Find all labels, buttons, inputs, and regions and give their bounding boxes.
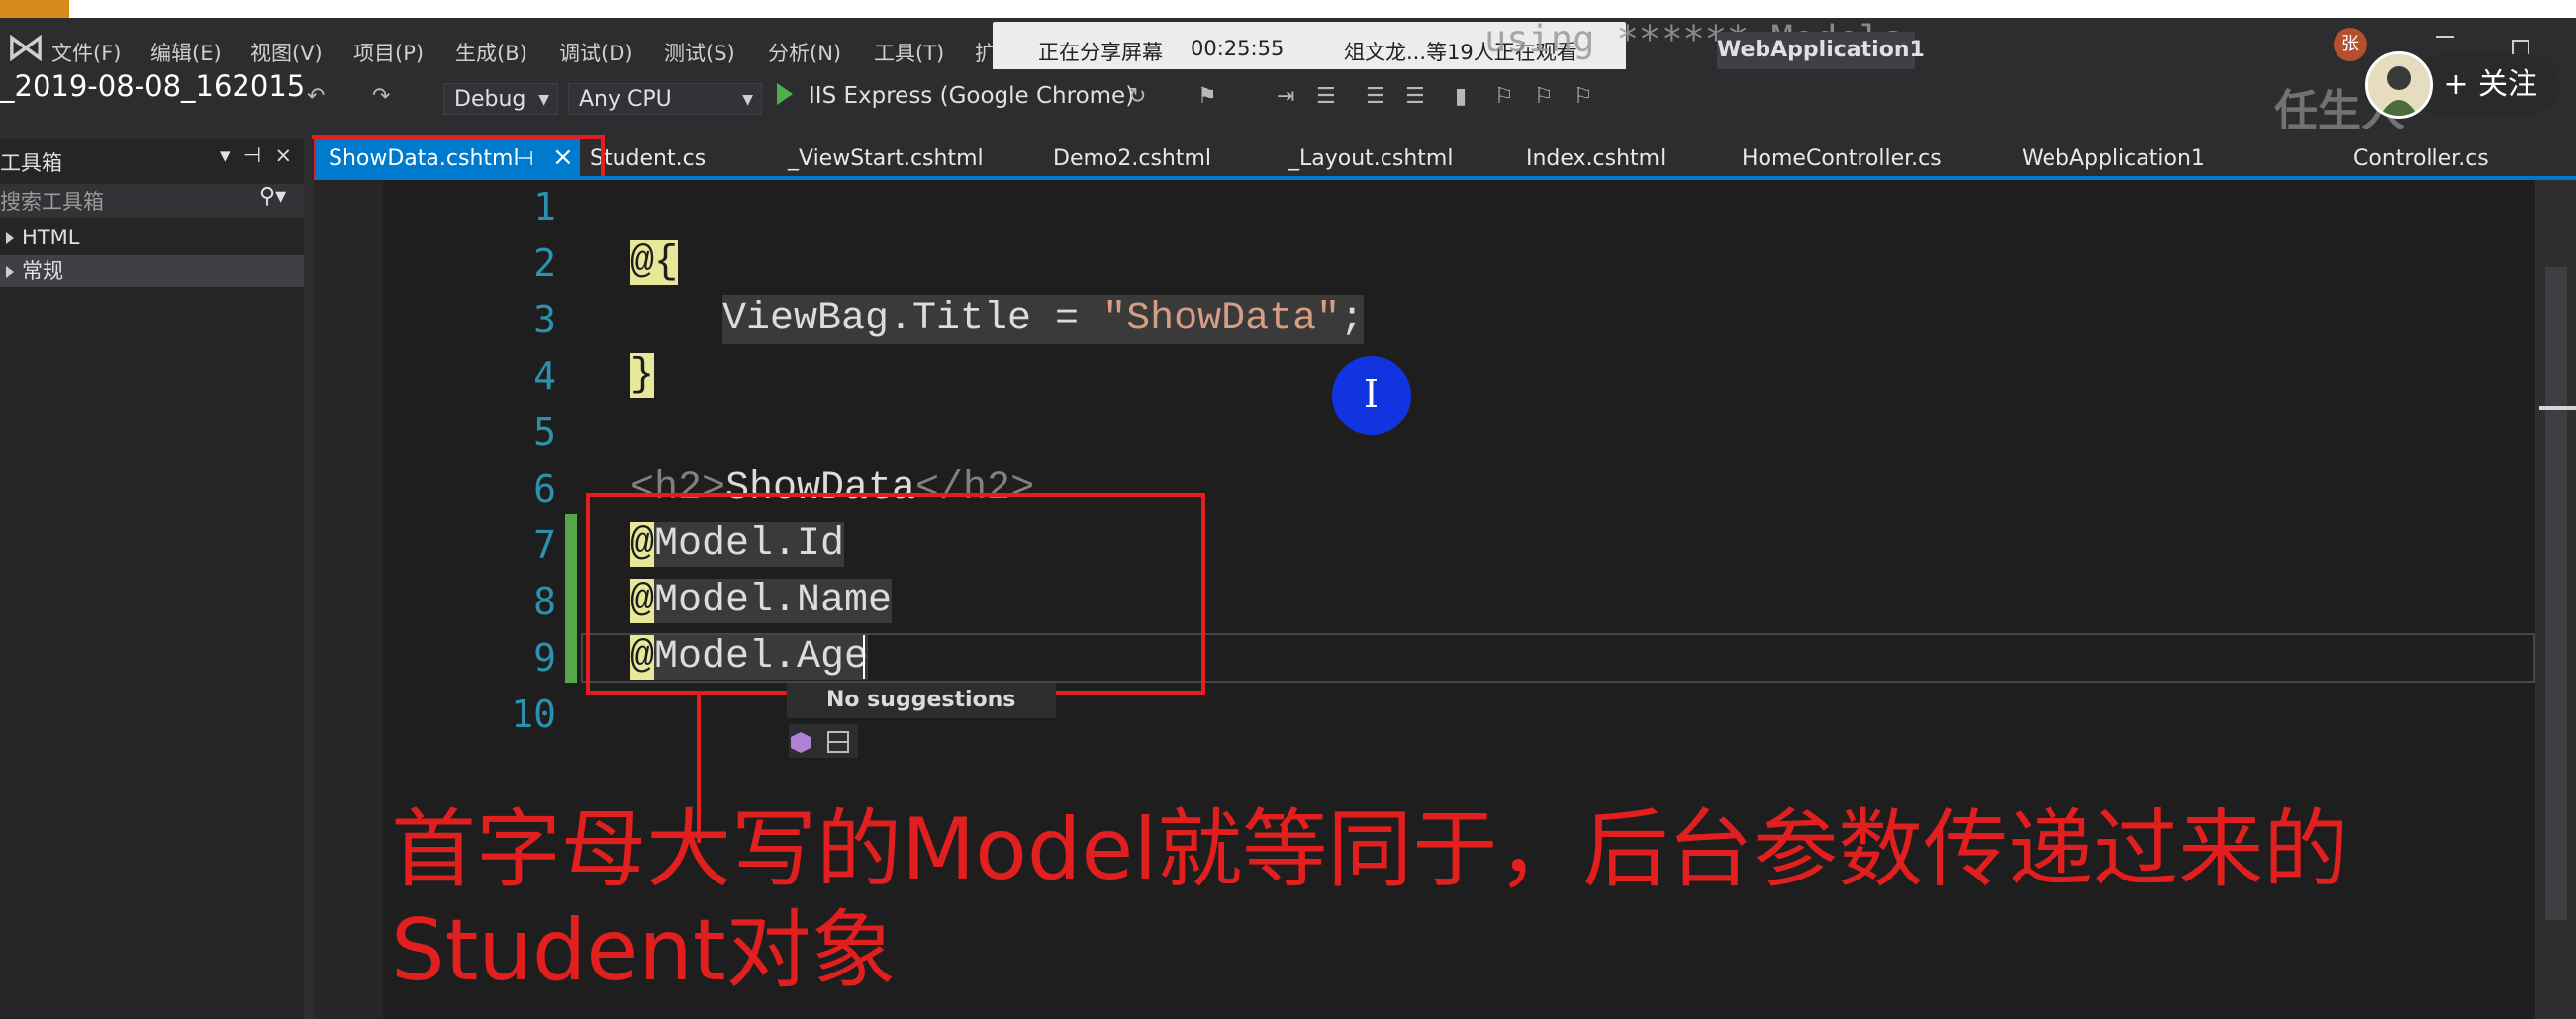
prev-bookmark-icon[interactable]: ⚐ — [1494, 86, 1516, 108]
code-line-3: ViewBag.Title = "ShowData"; — [722, 295, 1365, 344]
code-viewbag: ViewBag.Title = — [722, 297, 1103, 341]
menu-edit[interactable]: 编辑(E) — [150, 38, 222, 67]
platform-value: Any CPU — [579, 87, 672, 112]
tab-viewstart[interactable]: _ViewStart.cshtml — [788, 146, 984, 171]
run-icon[interactable] — [777, 83, 793, 105]
platform-dropdown[interactable]: Any CPU ▼ — [568, 83, 762, 115]
bookmark-icon[interactable]: ▮ — [1455, 86, 1477, 108]
menu-debug[interactable]: 调试(D) — [559, 38, 633, 67]
toolbox-group-label: HTML — [22, 226, 80, 249]
toolbox-group-label: 常规 — [22, 259, 63, 283]
expand-arrow-icon — [6, 266, 14, 278]
config-dropdown[interactable]: Debug ▼ — [443, 83, 558, 115]
config-value: Debug — [454, 87, 526, 112]
streamer-avatar[interactable] — [2365, 51, 2433, 119]
tab-index[interactable]: Index.cshtml — [1526, 146, 1666, 171]
editor-margin — [314, 180, 383, 1019]
razor-brace: { — [654, 240, 679, 285]
menu-tools[interactable]: 工具(T) — [874, 38, 944, 67]
code-string: "ShowData" — [1102, 297, 1341, 341]
toolbox-title: 工具箱 — [0, 151, 62, 175]
toolbox-search-placeholder: 搜索工具箱 — [0, 190, 104, 214]
run-target-button[interactable]: IIS Express (Google Chrome) — [809, 83, 1134, 109]
intellisense-filter-bar — [789, 724, 858, 758]
razor-brace: } — [630, 353, 655, 398]
toolbox-group-html[interactable]: HTML — [0, 222, 304, 253]
menu-file[interactable]: 文件(F) — [51, 38, 121, 67]
toolbox-group-general[interactable]: 常规 — [0, 255, 304, 287]
refresh-icon[interactable]: ↻ — [1128, 86, 1150, 108]
menu-view[interactable]: 视图(V) — [250, 38, 323, 67]
menu-analyze[interactable]: 分析(N) — [768, 38, 841, 67]
tab-layout[interactable]: _Layout.cshtml — [1288, 146, 1453, 171]
code-highlight-box — [586, 493, 1205, 695]
razor-at: @ — [630, 240, 655, 285]
search-icon[interactable]: ⚲▾ — [259, 184, 286, 209]
tab-controller-cs[interactable]: Controller.cs — [2353, 146, 2489, 171]
redo-icon[interactable]: ↷ — [372, 86, 394, 108]
indent-icon[interactable]: ☰ — [1366, 86, 1387, 108]
share-status: 正在分享屏幕 — [1038, 41, 1163, 64]
minimize-icon[interactable] — [2436, 36, 2454, 38]
top-strip — [0, 0, 2576, 18]
tab-demo2[interactable]: Demo2.cshtml — [1053, 146, 1211, 171]
menu-test[interactable]: 测试(S) — [664, 38, 735, 67]
top-strip-accent — [0, 0, 69, 18]
share-time: 00:25:55 — [1191, 37, 1285, 60]
user-avatar[interactable]: 张 — [2334, 28, 2367, 61]
align-icon[interactable]: ☰ — [1316, 86, 1338, 108]
line-number: 5 — [533, 411, 556, 454]
line-number: 7 — [533, 523, 556, 567]
tab-webapplication1[interactable]: WebApplication1 — [2022, 146, 2205, 171]
visual-studio-logo-icon: ⋈ — [6, 25, 46, 70]
menu-project[interactable]: 项目(P) — [353, 38, 424, 67]
code-line-2: @{ — [630, 238, 679, 288]
line-number: 10 — [511, 693, 556, 736]
annotation-line-1: 首字母大写的Model就等同于，后台参数传递过来的 — [391, 800, 2349, 899]
code-line-4: } — [630, 351, 655, 401]
next-bookmark-icon[interactable]: ⚐ — [1534, 86, 1556, 108]
annotation-text: 首字母大写的Model就等同于，后台参数传递过来的 Student对象 — [391, 799, 2410, 1001]
line-number: 6 — [533, 467, 556, 510]
tab-student-cs[interactable]: Student.cs — [590, 146, 706, 171]
mouse-cursor-marker: I — [1332, 356, 1411, 435]
line-number: 3 — [533, 298, 556, 341]
line-number: 1 — [533, 185, 556, 229]
tab-homecontroller[interactable]: HomeController.cs — [1742, 146, 1942, 171]
undo-icon[interactable]: ↶ — [307, 86, 329, 108]
chevron-down-icon: ▼ — [742, 92, 753, 108]
annotation-line-2: Student对象 — [391, 901, 897, 1000]
window-title: WebApplication1 — [1717, 32, 1925, 69]
line-number: 8 — [533, 580, 556, 623]
line-number: 4 — [533, 354, 556, 398]
chevron-down-icon: ▼ — [538, 92, 549, 108]
intellisense-filter-icons — [791, 731, 849, 753]
toolbox-header-controls[interactable]: ▾ ⊣ × — [220, 143, 292, 167]
line-number: 2 — [533, 241, 556, 285]
step-icon[interactable]: ⇥ — [1277, 86, 1298, 108]
follow-button[interactable]: + 关注 — [2411, 54, 2559, 116]
scrollbar-thumb[interactable] — [2545, 267, 2567, 920]
line-number: 9 — [533, 636, 556, 680]
text-cursor-icon: I — [1364, 372, 1380, 416]
code-semicolon: ; — [1340, 297, 1365, 341]
browser-link-icon[interactable]: ⚑ — [1197, 86, 1219, 108]
expand-arrow-icon — [6, 232, 14, 244]
intellisense-popup: No suggestions — [787, 683, 1056, 718]
scrollbar-caret-marker — [2539, 406, 2576, 410]
recording-title: _2019-08-08_162015 — [0, 69, 306, 103]
avatar-image-icon — [2368, 54, 2430, 116]
clear-bookmark-icon[interactable]: ⚐ — [1574, 86, 1595, 108]
panel-divider[interactable] — [304, 139, 314, 1019]
changed-lines-indicator — [565, 514, 577, 683]
menu-build[interactable]: 生成(B) — [455, 38, 527, 67]
outdent-icon[interactable]: ☰ — [1405, 86, 1427, 108]
